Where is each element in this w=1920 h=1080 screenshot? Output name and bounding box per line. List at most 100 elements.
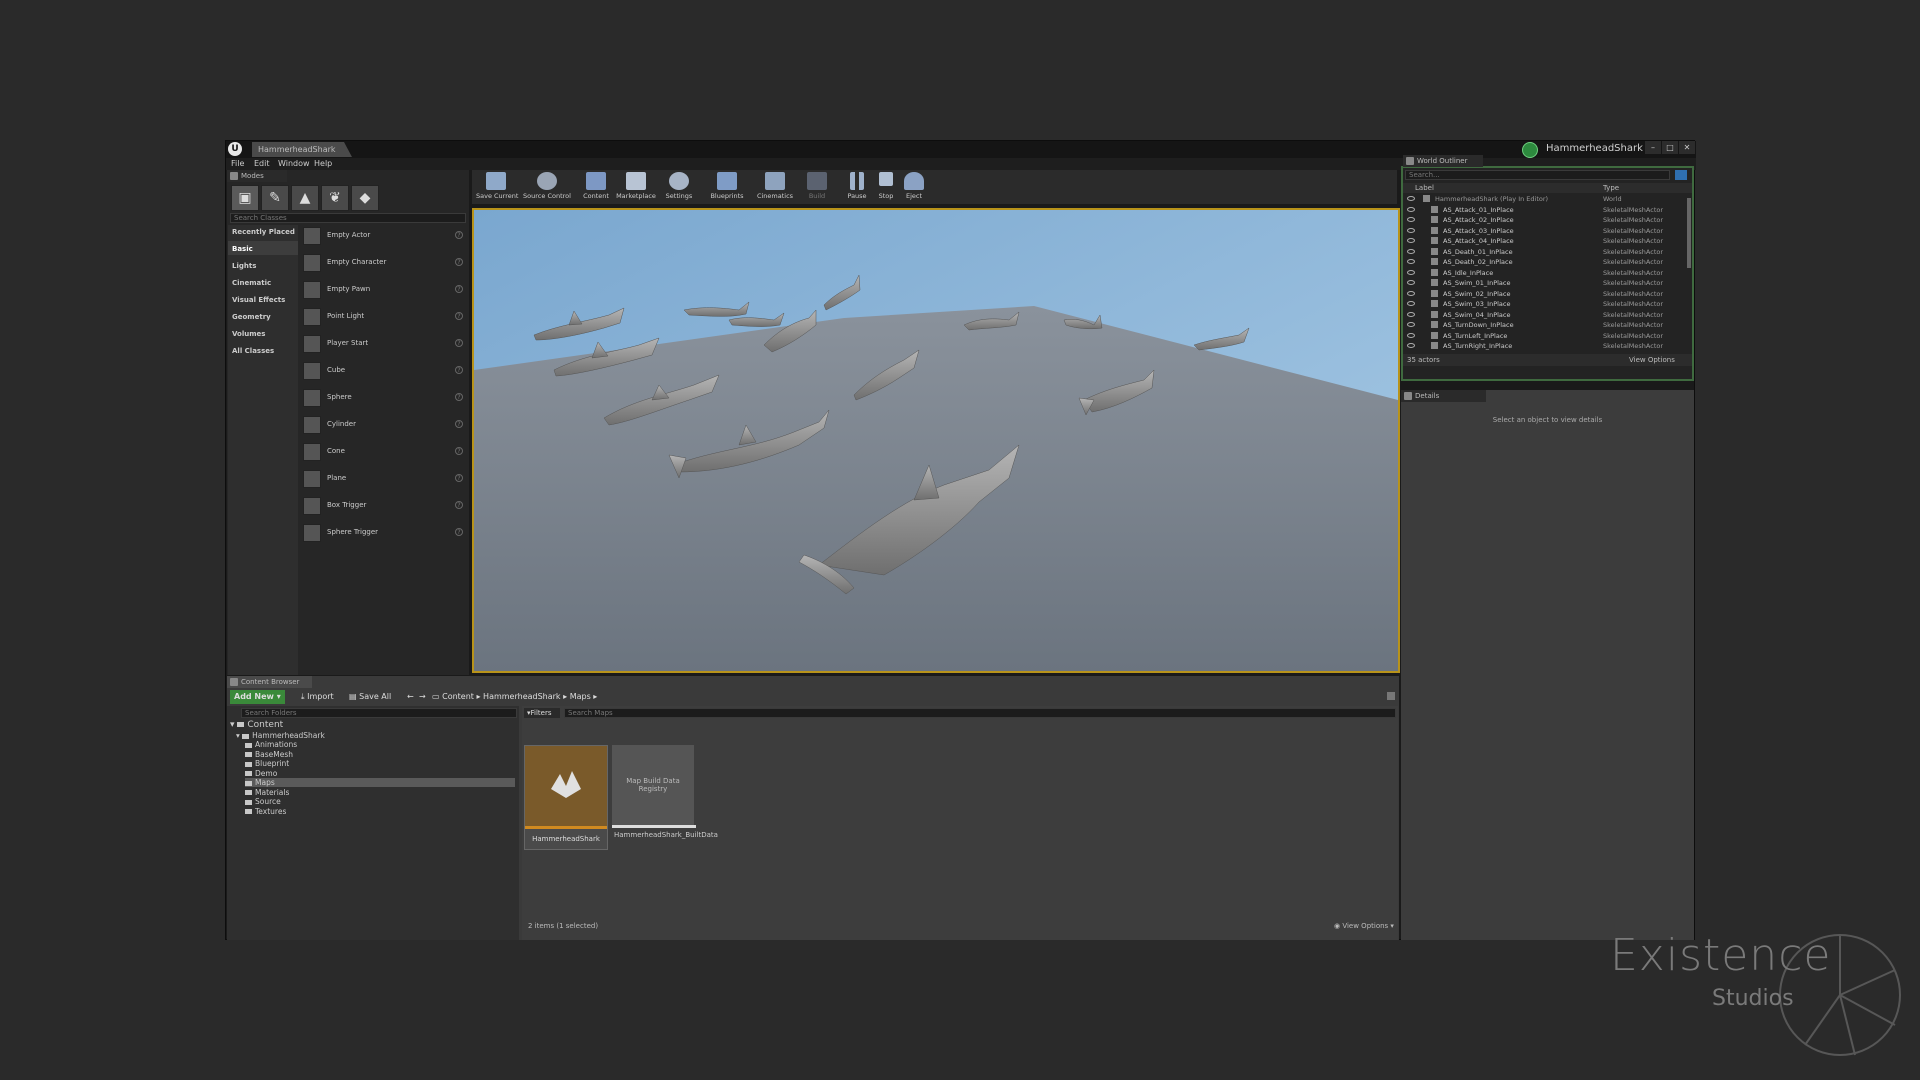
import-button[interactable]: ⤓ Import [297,690,338,704]
outliner-row[interactable]: AS_Attack_04_InPlace SkeletalMeshActor [1403,236,1683,247]
pause-button[interactable]: Pause [844,172,870,202]
settings-button[interactable]: Settings [662,172,696,202]
place-item[interactable]: Player Start? [301,333,467,355]
blueprints-button[interactable]: Blueprints [707,172,747,202]
place-item[interactable]: Sphere Trigger? [301,522,467,544]
visibility-eye-icon[interactable] [1407,311,1415,317]
level-viewport[interactable] [472,208,1400,673]
help-icon[interactable]: ? [455,312,463,320]
help-icon[interactable]: ? [455,339,463,347]
outliner-create-folder-icon[interactable] [1675,170,1687,180]
visibility-eye-icon[interactable] [1407,322,1415,327]
outliner-row[interactable]: AS_Swim_03_InPlace SkeletalMeshActor [1403,299,1683,310]
visibility-eye-icon[interactable] [1407,269,1415,275]
help-icon[interactable]: ? [455,474,463,482]
outliner-scrollbar[interactable] [1687,198,1691,268]
paint-mode-button[interactable]: ✎ [261,185,289,211]
outliner-row[interactable]: AS_TurnDown_InPlace SkeletalMeshActor [1403,320,1683,331]
tree-hammerheadshark[interactable]: ▾ HammerheadShark [236,731,325,740]
marketplace-button[interactable]: Marketplace [616,172,656,202]
place-item[interactable]: Empty Character? [301,252,467,274]
visibility-eye-icon[interactable] [1407,196,1415,201]
visibility-eye-icon[interactable] [1407,217,1415,222]
visibility-eye-icon[interactable] [1407,280,1415,285]
category-lights[interactable]: Lights [232,262,256,270]
outliner-row[interactable]: AS_Attack_01_InPlace SkeletalMeshActor [1403,205,1683,216]
place-mode-button[interactable]: ▣ [231,185,259,211]
breadcrumb-hammerheadshark[interactable]: HammerheadShark [483,692,561,701]
place-item[interactable]: Plane? [301,468,467,490]
visibility-eye-icon[interactable] [1407,332,1415,338]
outliner-row[interactable]: AS_Death_02_InPlace SkeletalMeshActor [1403,257,1683,268]
tree-folder[interactable]: Blueprint [245,759,289,768]
visibility-eye-icon[interactable] [1407,238,1415,243]
visibility-eye-icon[interactable] [1407,206,1415,212]
lock-icon[interactable] [1387,692,1395,700]
visibility-eye-icon[interactable] [1407,290,1415,296]
search-folders-input[interactable]: Search Folders [241,708,517,718]
tree-folder[interactable]: Maps [245,778,515,787]
breadcrumb-content[interactable]: Content [442,692,474,701]
outliner-row[interactable]: AS_Death_01_InPlace SkeletalMeshActor [1403,247,1683,258]
content-button[interactable]: Content [581,172,611,202]
place-item[interactable]: Empty Actor? [301,225,467,247]
visibility-eye-icon[interactable] [1407,248,1415,254]
help-icon[interactable]: ? [455,285,463,293]
place-item[interactable]: Cone? [301,441,467,463]
visibility-eye-icon[interactable] [1407,343,1415,348]
filters-button[interactable]: ▾Filters [524,708,560,718]
outliner-row[interactable]: AS_TurnRight_InPlace SkeletalMeshActor [1403,341,1683,352]
maximize-button[interactable]: □ [1662,141,1678,154]
outliner-row[interactable]: AS_TurnLeft_InPlace SkeletalMeshActor [1403,331,1683,342]
breadcrumb-maps[interactable]: Maps [570,692,591,701]
outliner-row[interactable]: AS_Swim_02_InPlace SkeletalMeshActor [1403,289,1683,300]
outliner-row[interactable]: AS_Swim_01_InPlace SkeletalMeshActor [1403,278,1683,289]
tree-folder[interactable]: Textures [245,807,286,816]
category-cinematic[interactable]: Cinematic [232,279,271,287]
help-icon[interactable]: ? [455,231,463,239]
help-icon[interactable]: ? [455,420,463,428]
category-basic[interactable]: Basic [232,245,253,253]
save-current-button[interactable]: Save Current [476,172,518,202]
help-icon[interactable]: ? [455,366,463,374]
place-item[interactable]: Box Trigger? [301,495,467,517]
tree-folder[interactable]: Demo [245,769,277,778]
category-geometry[interactable]: Geometry [232,313,271,321]
save-all-button[interactable]: ▤ Save All [345,690,395,704]
outliner-row[interactable]: AS_Attack_02_InPlace SkeletalMeshActor [1403,215,1683,226]
place-item[interactable]: Cylinder? [301,414,467,436]
history-forward-button[interactable]: → [415,690,430,704]
menu-file[interactable]: File [231,158,244,170]
stop-button[interactable]: Stop [874,172,898,202]
outliner-row[interactable]: AS_Attack_03_InPlace SkeletalMeshActor [1403,226,1683,237]
build-button[interactable]: Build [802,172,832,202]
content-browser-tab[interactable]: Content Browser [227,676,312,688]
geometry-mode-button[interactable]: ◆ [351,185,379,211]
menu-help[interactable]: Help [314,158,332,170]
tree-folder[interactable]: Animations [245,740,297,749]
visibility-eye-icon[interactable] [1407,301,1415,306]
cinematics-button[interactable]: Cinematics [755,172,795,202]
outliner-view-options[interactable]: View Options [1629,356,1675,364]
help-icon[interactable]: ? [455,447,463,455]
eject-button[interactable]: Eject [902,172,926,202]
search-maps-input[interactable]: Search Maps [564,708,1396,718]
category-visual-effects[interactable]: Visual Effects [232,296,285,304]
details-tab[interactable]: Details [1401,390,1486,402]
close-button[interactable]: ✕ [1679,141,1695,154]
search-classes-input[interactable]: Search Classes [230,213,466,223]
menu-window[interactable]: Window [278,158,310,170]
world-outliner-tab[interactable]: World Outliner [1403,155,1483,167]
minimize-button[interactable]: – [1645,141,1661,154]
help-icon[interactable]: ? [455,393,463,401]
outliner-row[interactable]: AS_Swim_04_InPlace SkeletalMeshActor [1403,310,1683,321]
foliage-mode-button[interactable]: ❦ [321,185,349,211]
outliner-col-type[interactable]: Type [1603,184,1619,192]
outliner-row[interactable]: AS_Idle_InPlace SkeletalMeshActor [1403,268,1683,279]
help-icon[interactable]: ? [455,528,463,536]
place-item[interactable]: Empty Pawn? [301,279,467,301]
visibility-eye-icon[interactable] [1407,259,1415,264]
category-all-classes[interactable]: All Classes [232,347,274,355]
place-item[interactable]: Cube? [301,360,467,382]
menu-edit[interactable]: Edit [254,158,270,170]
